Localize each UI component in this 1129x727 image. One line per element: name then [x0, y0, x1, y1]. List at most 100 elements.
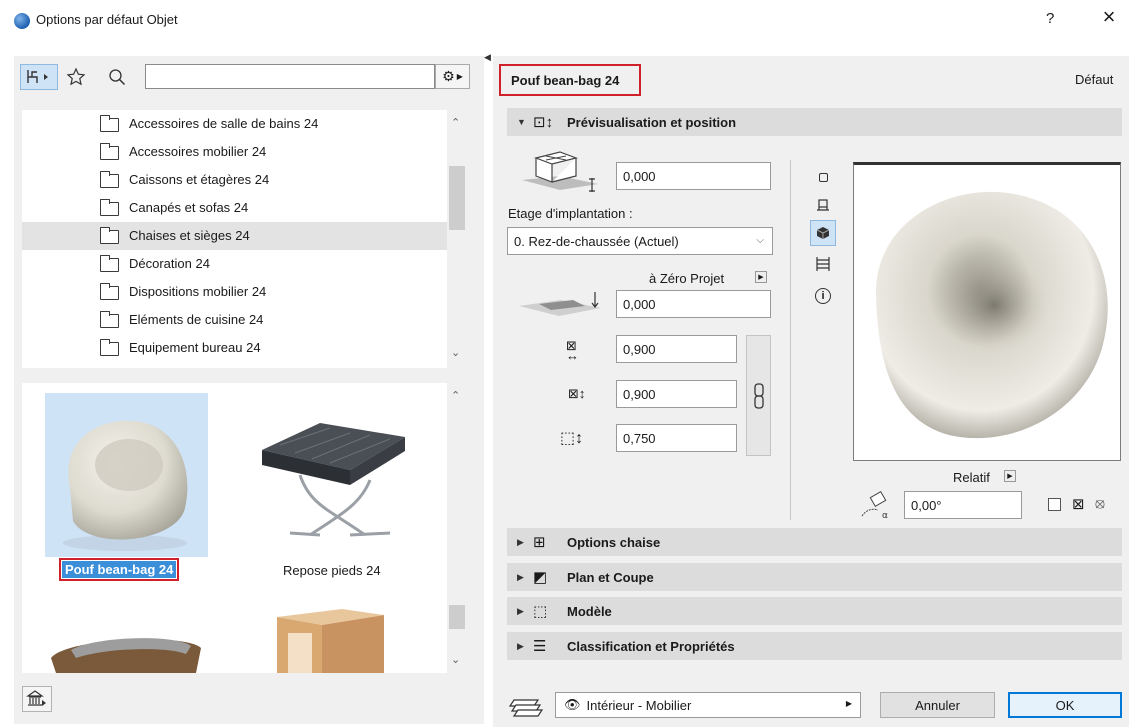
tree-item-label: Accessoires de salle de bains 24	[129, 116, 319, 131]
section-modele[interactable]: ▶ ⬚ Modèle	[507, 597, 1122, 625]
elevation-diagram-icon	[520, 148, 600, 196]
app-logo-icon	[14, 13, 30, 29]
scroll-up-icon[interactable]: ⌃	[451, 389, 460, 402]
tree-item-equipement-bureau[interactable]: Equipement bureau 24	[22, 334, 447, 362]
triangle-right-icon: ▶	[845, 699, 852, 708]
thumbnail-repose-pieds[interactable]	[250, 405, 415, 545]
svg-text:α: α	[882, 511, 888, 520]
tree-scrollbar[interactable]: ⌃ ⌄	[447, 110, 465, 368]
library-settings-button[interactable]: ⚙ ▶	[435, 64, 470, 89]
help-button[interactable]: ?	[1046, 10, 1054, 27]
cube-3d-icon	[816, 227, 830, 239]
classification-icon: ☰	[533, 638, 547, 655]
collapsed-triangle-icon: ▶	[517, 605, 524, 616]
folder-icon	[100, 283, 119, 300]
folder-icon	[100, 227, 119, 244]
object-preview	[853, 162, 1121, 461]
zero-project-label: à Zéro Projet	[649, 271, 725, 286]
collapsed-triangle-icon: ▶	[517, 571, 524, 582]
height-field[interactable]: 0,750	[616, 424, 737, 452]
thumbnails-scrollbar[interactable]: ⌃ ⌄	[447, 383, 465, 673]
window-title: Options par défaut Objet	[36, 12, 178, 27]
tree-item-accessoires-salle-de-bains[interactable]: Accessoires de salle de bains 24	[22, 110, 447, 138]
thumbnail-stool[interactable]	[46, 628, 206, 673]
tree-scroll-thumb[interactable]	[449, 166, 465, 230]
cancel-button[interactable]: Annuler	[880, 692, 995, 718]
folder-icon	[100, 199, 119, 216]
mirror-none-checkbox[interactable]	[1048, 498, 1061, 511]
search-icon[interactable]	[106, 64, 128, 90]
section-plan-coupe[interactable]: ▶ ◩ Plan et Coupe	[507, 563, 1122, 591]
mirror-x-icon[interactable]: ⊠	[1072, 495, 1085, 513]
square-icon	[818, 172, 828, 182]
section-preview-position[interactable]: ▼ ⊡↕ Prévisualisation et position	[507, 108, 1122, 136]
favorites-star-icon[interactable]	[64, 64, 88, 90]
width-field[interactable]: 0,900	[616, 335, 737, 363]
tree-item-dispositions-mobilier[interactable]: Dispositions mobilier 24	[22, 278, 447, 306]
library-view-button[interactable]	[20, 64, 58, 90]
bean-bag-image	[63, 420, 188, 551]
view-elevation-button[interactable]	[810, 192, 836, 218]
view-section-button[interactable]	[810, 251, 836, 277]
scroll-down-icon[interactable]: ⌄	[451, 653, 460, 666]
folder-tree: Accessoires de salle de bains 24 Accesso…	[22, 110, 447, 368]
thumbnail-label-selected[interactable]: Pouf bean-bag 24	[58, 558, 180, 581]
eye-icon: 👁	[564, 697, 581, 712]
preset-label[interactable]: Défaut	[1075, 72, 1113, 87]
plan-section-icon: ◩	[533, 569, 548, 586]
section-view-icon	[816, 257, 830, 271]
expanded-triangle-icon: ▼	[517, 117, 526, 127]
library-search-input[interactable]	[145, 64, 435, 89]
tree-item-label: Equipement bureau 24	[129, 340, 261, 355]
relative-menu-icon[interactable]: ▶	[1004, 470, 1016, 482]
view-3d-button[interactable]	[810, 220, 836, 246]
story-select[interactable]: 0. Rez-de-chaussée (Actuel) ⌵	[507, 227, 773, 255]
story-select-value: 0. Rez-de-chaussée (Actuel)	[514, 233, 679, 249]
zero-elevation-field[interactable]: 0,000	[616, 290, 771, 318]
tree-item-label: Canapés et sofas 24	[129, 200, 249, 215]
close-button[interactable]: ×	[1096, 6, 1122, 28]
tree-item-label: Eléments de cuisine 24	[129, 312, 264, 327]
ok-button[interactable]: OK	[1008, 692, 1122, 718]
thumbnail-side-table[interactable]	[272, 607, 390, 673]
relative-label: Relatif	[953, 470, 990, 485]
tree-item-label: Caissons et étagères 24	[129, 172, 270, 187]
tree-item-caissons-etageres[interactable]: Caissons et étagères 24	[22, 166, 447, 194]
view-plan-button[interactable]	[810, 164, 836, 190]
view-info-button[interactable]: i	[810, 283, 836, 309]
link-proportions-button[interactable]	[746, 335, 771, 456]
panel-collapse-icon[interactable]: ◀	[484, 52, 491, 63]
tree-item-accessoires-mobilier[interactable]: Accessoires mobilier 24	[22, 138, 447, 166]
library-manager-button[interactable]	[22, 686, 52, 712]
tree-item-elements-cuisine[interactable]: Eléments de cuisine 24	[22, 306, 447, 334]
zero-project-menu-icon[interactable]: ▶	[755, 271, 767, 283]
scroll-down-icon[interactable]: ⌄	[451, 346, 460, 359]
chain-link-icon	[753, 382, 764, 409]
zero-elevation-diagram-icon	[515, 290, 605, 322]
bean-bag-3d-preview	[875, 191, 1108, 439]
library-manager-icon	[26, 690, 46, 706]
tree-item-chaises-sieges[interactable]: Chaises et sièges 24	[22, 222, 447, 250]
thumbnails-scroll-thumb[interactable]	[449, 605, 465, 629]
thumbnail-label[interactable]: Repose pieds 24	[283, 563, 381, 578]
tree-item-canapes-sofas[interactable]: Canapés et sofas 24	[22, 194, 447, 222]
collapsed-triangle-icon: ▶	[517, 640, 524, 651]
mirror-y-icon[interactable]: ⦻	[1095, 495, 1105, 512]
tree-item-decoration[interactable]: Décoration 24	[22, 250, 447, 278]
elevation-field[interactable]: 0,000	[616, 162, 771, 190]
layer-select[interactable]: 👁 Intérieur - Mobilier ▶	[555, 692, 861, 718]
scroll-up-icon[interactable]: ⌃	[451, 116, 460, 129]
tree-item-label: Accessoires mobilier 24	[129, 144, 267, 159]
ottoman-image	[262, 423, 405, 537]
depth-field[interactable]: 0,900	[616, 380, 737, 408]
angle-field[interactable]: 0,00°	[904, 491, 1022, 519]
story-label: Etage d'implantation :	[508, 206, 633, 221]
section-chair-options[interactable]: ▶ ⊞ Options chaise	[507, 528, 1122, 556]
chair-library-icon	[27, 70, 48, 83]
layer-select-value: Intérieur - Mobilier	[586, 697, 692, 713]
section-classification[interactable]: ▶ ☰ Classification et Propriétés	[507, 632, 1122, 660]
thumbnail-pouf-bean-bag[interactable]	[45, 393, 208, 557]
folder-icon	[100, 115, 119, 132]
layer-icon	[508, 694, 544, 718]
divider	[790, 160, 791, 520]
